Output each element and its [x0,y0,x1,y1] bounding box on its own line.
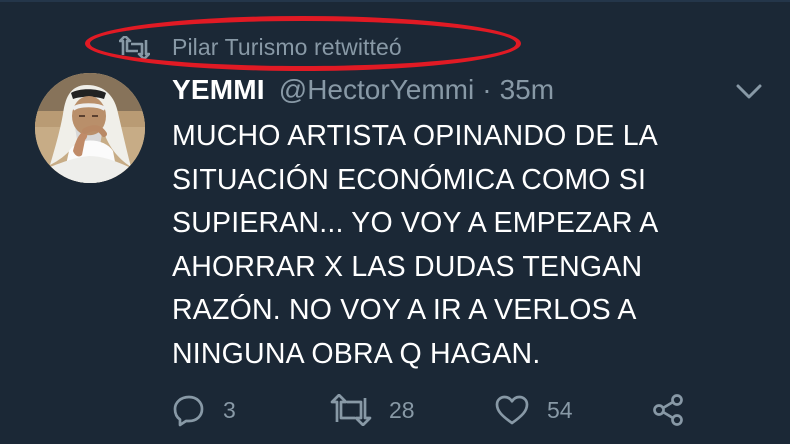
retweet-icon [119,35,172,59]
retweeted-by-text: Pilar Turismo retwitteó [172,33,402,60]
tweet-text-line: SITUACIÓN ECONÓMICA COMO SI [172,163,647,196]
tweet-text-line: NINGUNA OBRA Q HAGAN. [172,337,541,370]
like-button[interactable]: 54 [494,389,573,431]
tweet-text-line: RAZÓN. NO VOY A IR A VERLOS A [172,294,637,326]
tweet-text-line: SUPIERAN... YO VOY A EMPEZAR A [172,207,659,239]
avatar[interactable] [35,73,145,183]
retweet-icon [330,394,372,426]
reply-count: 3 [223,396,236,423]
display-name[interactable]: YEMMI [172,72,265,108]
share-button[interactable] [650,389,686,431]
tweet-time[interactable]: 35m [500,72,554,108]
tweet-actions: 3 28 54 [172,389,712,431]
reply-button[interactable]: 3 [172,389,236,431]
tweet-card[interactable]: Pilar Turismo retwitteó YEMMI @HectorYem… [0,0,790,444]
top-divider [0,0,790,2]
user-handle[interactable]: @HectorYemmi [279,72,474,108]
chevron-down-icon[interactable] [736,83,762,100]
share-icon [650,393,686,427]
tweet-text-line: MUCHO ARTISTA OPINANDO DE LA [172,120,658,152]
like-count: 54 [547,396,573,423]
retweet-button[interactable]: 28 [330,389,415,431]
tweet-text-line: AHORRAR X LAS DUDAS TENGAN [172,250,643,283]
retweeted-by-line[interactable]: Pilar Turismo retwitteó [119,30,402,64]
retweet-count: 28 [389,396,415,423]
heart-icon [494,394,530,426]
tweet-header: YEMMI @HectorYemmi · 35m [172,72,554,108]
tweet-text: MUCHO ARTISTA OPINANDO DE LA SITUACIÓN E… [172,115,757,376]
reply-icon [172,393,206,427]
header-separator: · [482,74,492,105]
